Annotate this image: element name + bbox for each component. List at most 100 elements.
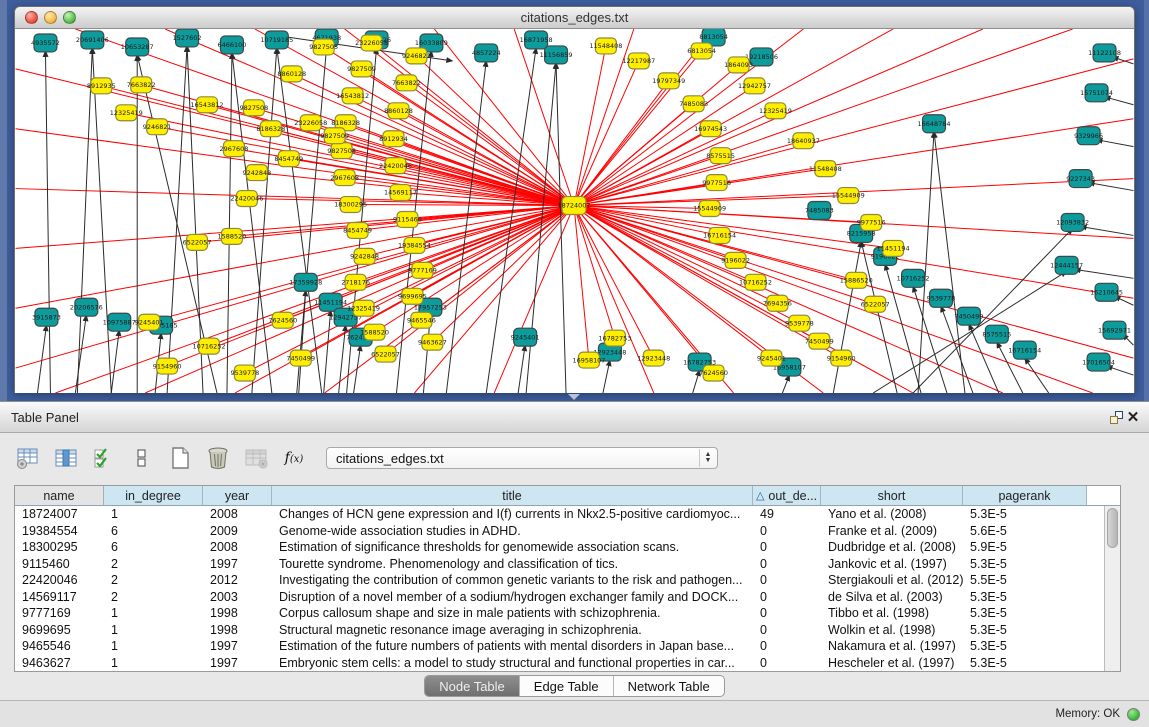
citation-edge[interactable] bbox=[574, 206, 756, 283]
graph-node[interactable]: 12325419 bbox=[110, 105, 143, 121]
graph-node[interactable]: 9246821 bbox=[143, 119, 172, 135]
table-cell[interactable]: 2 bbox=[104, 590, 203, 604]
close-panel-button[interactable]: ✕ bbox=[1127, 407, 1149, 427]
table-cell[interactable]: Embryonic stem cells: a model to study s… bbox=[272, 656, 753, 670]
table-cell[interactable]: 5.5E-5 bbox=[963, 573, 1087, 587]
column-header-name[interactable]: name bbox=[15, 486, 104, 505]
table-row[interactable]: 1872400712008Changes of HCN gene express… bbox=[15, 506, 1104, 523]
column-header-in_degree[interactable]: in_degree bbox=[104, 486, 203, 505]
graph-node[interactable]: 7624560 bbox=[699, 365, 728, 381]
citation-edge[interactable] bbox=[354, 345, 361, 393]
graph-node[interactable]: 20691406 bbox=[76, 31, 109, 49]
table-cell[interactable]: 2003 bbox=[203, 590, 272, 604]
float-panel-button[interactable] bbox=[1105, 407, 1127, 427]
citation-edge[interactable] bbox=[16, 206, 574, 309]
citation-edge[interactable] bbox=[92, 48, 111, 393]
graph-node[interactable]: 9539778 bbox=[785, 315, 814, 331]
table-mode-button[interactable] bbox=[14, 445, 42, 471]
table-cell[interactable]: 5.3E-5 bbox=[963, 557, 1087, 571]
deselect-all-button[interactable] bbox=[128, 445, 156, 471]
graph-node[interactable]: 18640937 bbox=[787, 133, 820, 149]
table-cell[interactable]: Disruption of a novel member of a sodium… bbox=[272, 590, 753, 604]
graph-node[interactable]: 1588520 bbox=[360, 324, 389, 340]
graph-node[interactable]: 15692971 bbox=[1098, 321, 1131, 339]
citation-edge[interactable] bbox=[1105, 97, 1134, 105]
citation-edge[interactable] bbox=[77, 48, 92, 393]
table-cell[interactable]: 9115460 bbox=[15, 557, 104, 571]
graph-node[interactable]: 1864093 bbox=[724, 57, 753, 73]
graph-node[interactable]: 9154960 bbox=[827, 350, 856, 366]
citation-edge[interactable] bbox=[297, 46, 327, 393]
graph-node[interactable]: 12444157 bbox=[1050, 256, 1083, 274]
graph-node[interactable]: 15544909 bbox=[832, 188, 865, 204]
graph-node[interactable]: 19797349 bbox=[652, 73, 685, 89]
table-cell[interactable]: 1997 bbox=[203, 557, 272, 571]
table-cell[interactable]: Stergiakouli et al. (2012) bbox=[821, 573, 963, 587]
graph-node[interactable]: 6466100 bbox=[218, 36, 247, 54]
graph-node[interactable]: 2967608 bbox=[330, 170, 359, 186]
graph-node[interactable]: 7624560 bbox=[268, 312, 297, 328]
graph-node[interactable]: 10975887 bbox=[103, 313, 136, 331]
table-cell[interactable]: Yano et al. (2008) bbox=[821, 507, 963, 521]
graph-node[interactable]: 15751074 bbox=[1080, 84, 1113, 102]
graph-node[interactable]: 8860128 bbox=[277, 66, 306, 82]
graph-node[interactable]: 17359928 bbox=[289, 273, 322, 291]
graph-node[interactable]: 9827505 bbox=[309, 39, 338, 55]
graph-node[interactable]: 6813054 bbox=[687, 43, 716, 59]
network-canvas[interactable]: 4935572206914061065328715276026466100107… bbox=[15, 29, 1134, 393]
graph-node[interactable]: 17016504 bbox=[1082, 353, 1115, 371]
graph-node[interactable]: 19384554 bbox=[398, 237, 431, 253]
show-column-button[interactable] bbox=[52, 445, 80, 471]
graph-node[interactable]: 8454749 bbox=[274, 151, 303, 167]
table-cell[interactable]: 22420046 bbox=[15, 573, 104, 587]
table-row[interactable]: 1938455462009Genome-wide association stu… bbox=[15, 523, 1104, 540]
graph-node[interactable]: 6522057 bbox=[861, 296, 890, 312]
graph-node[interactable]: 7485083 bbox=[679, 96, 708, 112]
graph-node[interactable]: 11156859 bbox=[540, 46, 573, 64]
citation-edge[interactable] bbox=[311, 123, 574, 206]
graph-node[interactable]: 8454749 bbox=[343, 222, 372, 238]
graph-node[interactable]: 9699695 bbox=[398, 288, 427, 304]
table-cell[interactable]: Estimation of significance thresholds fo… bbox=[272, 540, 753, 554]
table-cell[interactable]: 9463627 bbox=[15, 656, 104, 670]
close-button[interactable] bbox=[25, 11, 38, 24]
column-header-short[interactable]: short bbox=[821, 486, 963, 505]
panel-resize-handle[interactable] bbox=[568, 394, 580, 400]
table-cell[interactable]: 0 bbox=[753, 639, 821, 653]
column-header-out_de[interactable]: △out_de... bbox=[753, 486, 821, 505]
graph-node[interactable]: 9227343 bbox=[1066, 170, 1095, 188]
citation-edge[interactable] bbox=[782, 375, 789, 393]
table-cell[interactable]: 1997 bbox=[203, 656, 272, 670]
table-cell[interactable]: 0 bbox=[753, 557, 821, 571]
graph-node[interactable]: 16716154 bbox=[1008, 341, 1041, 359]
graph-node[interactable]: 20206576 bbox=[70, 298, 103, 316]
citation-edge[interactable] bbox=[277, 48, 322, 393]
graph-node[interactable]: 1588520 bbox=[218, 228, 247, 244]
graph-node[interactable]: 16210645 bbox=[1090, 283, 1123, 301]
citation-edge[interactable] bbox=[918, 132, 934, 393]
graph-node[interactable]: 16648784 bbox=[918, 115, 951, 133]
table-row[interactable]: 977716911998Corpus callosum shape and si… bbox=[15, 605, 1104, 622]
table-cell[interactable]: 1 bbox=[104, 606, 203, 620]
graph-node[interactable]: 10719185 bbox=[260, 31, 293, 49]
column-header-pagerank[interactable]: pagerank bbox=[963, 486, 1087, 505]
table-cell[interactable]: 0 bbox=[753, 656, 821, 670]
citation-edge[interactable] bbox=[1097, 140, 1134, 147]
graph-node[interactable]: 9539778 bbox=[927, 289, 956, 307]
table-cell[interactable]: 19384554 bbox=[15, 524, 104, 538]
graph-node[interactable]: 9246821 bbox=[402, 48, 431, 64]
table-cell[interactable]: Structural magnetic resonance image aver… bbox=[272, 623, 753, 637]
table-cell[interactable]: 1 bbox=[104, 507, 203, 521]
citation-edge[interactable] bbox=[833, 241, 861, 393]
graph-node[interactable]: 7663822 bbox=[392, 75, 421, 91]
graph-node[interactable]: 2718176 bbox=[341, 274, 370, 290]
table-cell[interactable]: 2008 bbox=[203, 507, 272, 521]
citation-edge[interactable] bbox=[603, 360, 610, 393]
graph-node[interactable]: 22420046 bbox=[230, 191, 263, 207]
citation-edge[interactable] bbox=[1107, 366, 1134, 375]
table-cell[interactable]: 5.3E-5 bbox=[963, 606, 1087, 620]
table-cell[interactable]: 0 bbox=[753, 606, 821, 620]
table-cell[interactable]: Wolkin et al. (1998) bbox=[821, 623, 963, 637]
graph-node[interactable]: 10716252 bbox=[739, 274, 772, 290]
citation-edge[interactable] bbox=[1081, 226, 1134, 235]
